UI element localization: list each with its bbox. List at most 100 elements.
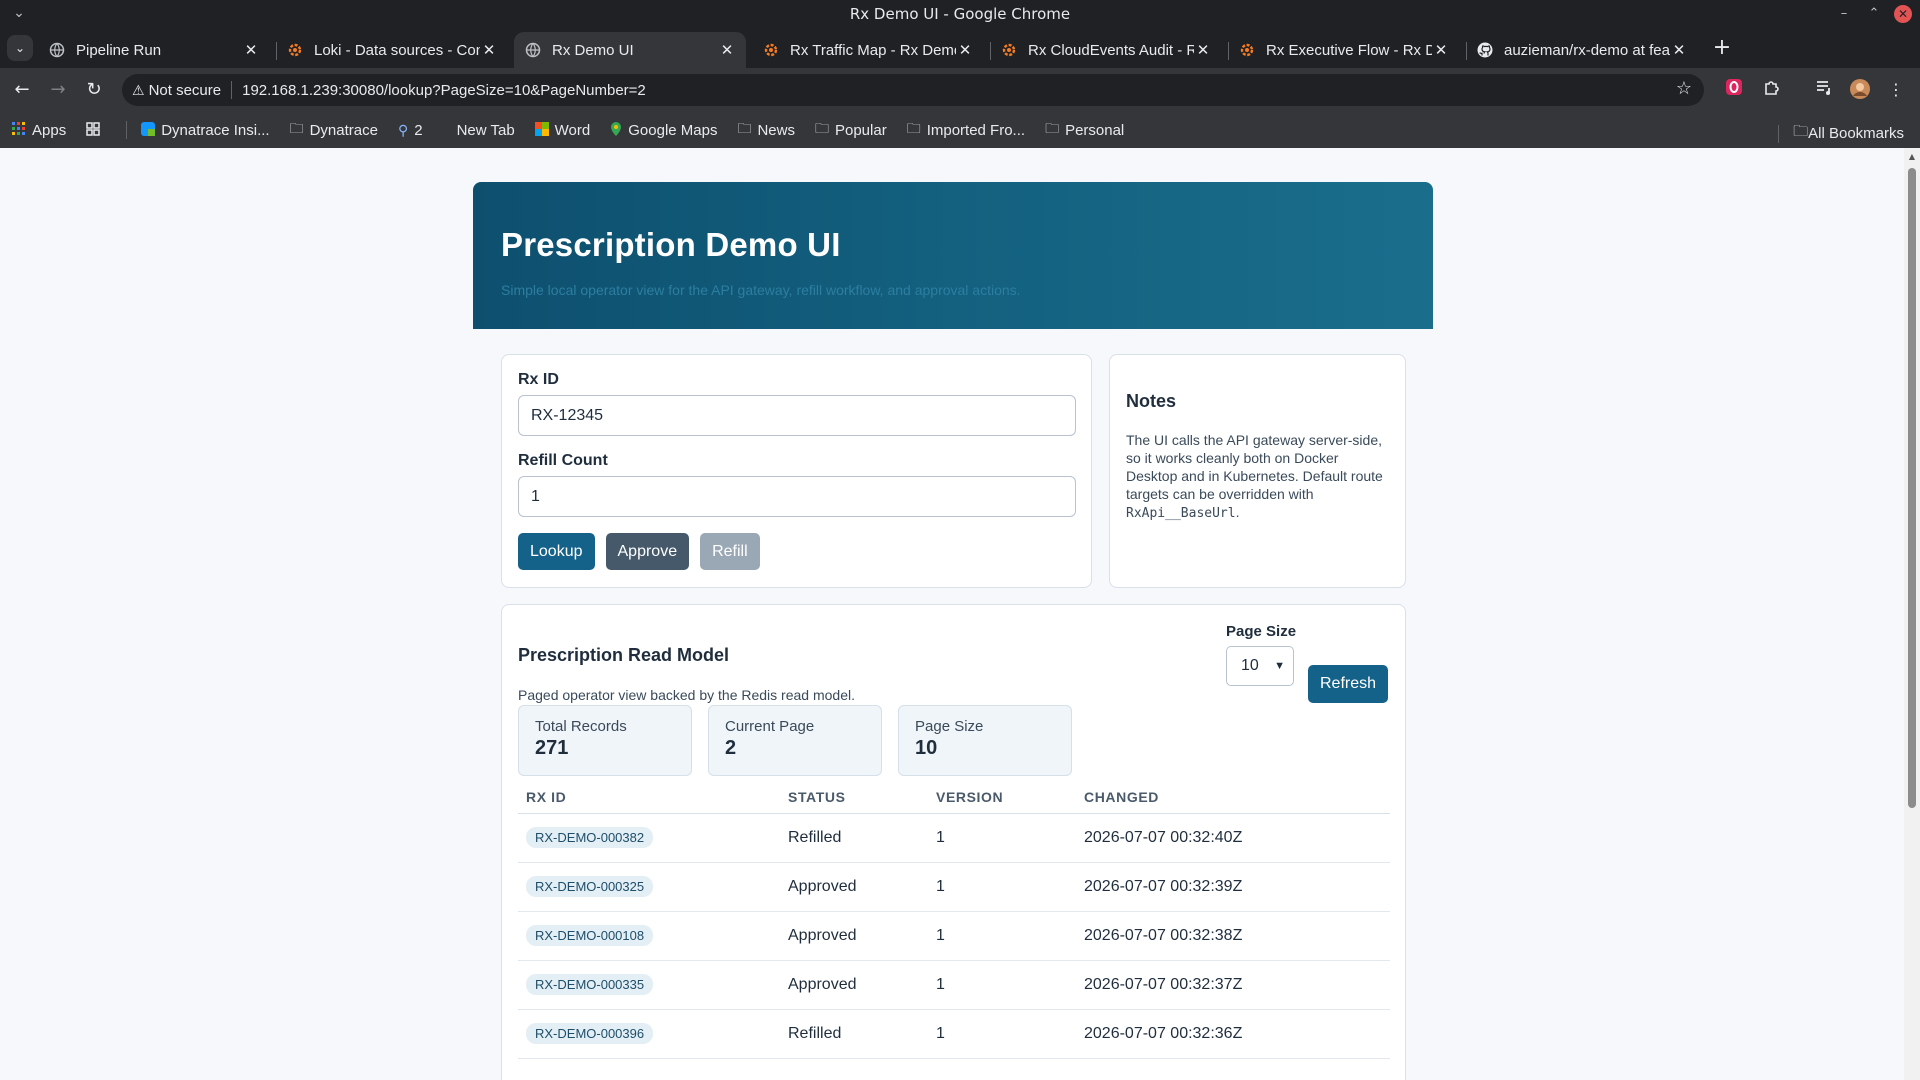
- grafana-icon: [762, 41, 780, 59]
- status-cell: Approved: [780, 911, 928, 961]
- bookmark-word[interactable]: Word: [534, 121, 590, 139]
- scroll-up-arrow-icon[interactable]: ▲: [1907, 152, 1917, 161]
- stats-row: Total Records 271 Current Page 2 Page Si…: [518, 705, 1088, 776]
- bookmark-star-icon[interactable]: ☆: [1676, 78, 1692, 99]
- changed-cell: 2026-07-07 00:32:36Z: [1076, 1009, 1390, 1059]
- tab-rx-demo-ui[interactable]: Rx Demo UI ✕: [514, 32, 746, 68]
- refill-count-input[interactable]: 1: [518, 476, 1076, 517]
- table-row[interactable]: RX-DEMO-000335 Approved 1 2026-07-07 00:…: [518, 960, 1390, 1010]
- rx-id-pill[interactable]: RX-DEMO-000325: [526, 876, 654, 897]
- forward-arrow-icon[interactable]: →: [44, 76, 72, 104]
- warning-triangle-icon: ⚠: [132, 81, 145, 98]
- tab-loki-data-sources[interactable]: Loki - Data sources - Con ✕: [276, 32, 508, 68]
- bookmark-folder-personal[interactable]: 🗀 Personal: [1045, 118, 1124, 142]
- changed-cell: 2026-07-07 00:32:37Z: [1076, 960, 1390, 1010]
- lookup-button[interactable]: Lookup: [518, 533, 595, 570]
- bookmark-folder-dynatrace[interactable]: 🗀 Dynatrace: [290, 118, 378, 142]
- tab-close-icon[interactable]: ✕: [1194, 41, 1212, 59]
- status-cell: Approved: [780, 960, 928, 1010]
- stat-total-records: Total Records 271: [518, 705, 692, 776]
- folder-icon: 🗀: [1793, 123, 1809, 140]
- action-buttons: Lookup Approve Refill: [518, 533, 1075, 570]
- tab-close-icon[interactable]: ✕: [1670, 41, 1688, 59]
- bookmarks-divider: [126, 121, 128, 139]
- tab-close-icon[interactable]: ✕: [718, 41, 736, 59]
- tab-pipeline-run[interactable]: Pipeline Run ✕: [38, 32, 270, 68]
- tab-rx-executive-flow[interactable]: Rx Executive Flow - Rx De ✕: [1228, 32, 1460, 68]
- browser-toolbar: ← → ↻ ⚠ Not secure 192.168.1.239:30080/l…: [0, 68, 1920, 112]
- address-bar[interactable]: ⚠ Not secure 192.168.1.239:30080/lookup?…: [122, 74, 1704, 106]
- tab-close-icon[interactable]: ✕: [242, 41, 260, 59]
- bookmark-dynatrace-insights[interactable]: Dynatrace Insi...: [141, 121, 270, 139]
- tab-search-chevron-icon[interactable]: ⌄: [7, 35, 33, 61]
- reload-icon[interactable]: ↻: [80, 76, 108, 104]
- rx-id-pill[interactable]: RX-DEMO-000396: [526, 1023, 654, 1044]
- grafana-icon: [286, 41, 304, 59]
- omnibox-divider: [231, 81, 233, 99]
- tab-github-rx-demo[interactable]: auzieman/rx-demo at fea ✕: [1466, 32, 1698, 68]
- stat-current-page: Current Page 2: [708, 705, 882, 776]
- extensions-puzzle-icon[interactable]: [1760, 78, 1784, 102]
- notes-body: The UI calls the API gateway server-side…: [1126, 432, 1383, 521]
- bookmark-apps[interactable]: Apps: [12, 121, 66, 139]
- status-cell: Approved: [780, 862, 928, 912]
- tab-close-icon[interactable]: ✕: [956, 41, 974, 59]
- bookmark-folder-news[interactable]: 🗀 News: [737, 118, 795, 142]
- refill-button[interactable]: Refill: [700, 533, 760, 570]
- column-header-changed: CHANGED: [1076, 781, 1390, 814]
- all-bookmarks[interactable]: 🗀 All Bookmarks: [1778, 121, 1904, 146]
- back-arrow-icon[interactable]: ←: [8, 76, 36, 104]
- restore-icon[interactable]: ⌃: [1864, 4, 1884, 24]
- table-row[interactable]: RX-DEMO-000382 Refilled 1 2026-07-07 00:…: [518, 813, 1390, 863]
- minimize-icon[interactable]: –: [1834, 4, 1854, 24]
- bookmark-tab-groups[interactable]: [86, 121, 106, 139]
- folder-icon: 🗀: [1045, 120, 1060, 136]
- extension-opera-icon[interactable]: [1722, 78, 1746, 102]
- window-titlebar: ⌄ Rx Demo UI - Google Chrome – ⌃ ✕: [0, 0, 1920, 28]
- folder-icon: 🗀: [289, 120, 304, 136]
- security-indicator[interactable]: ⚠ Not secure: [132, 82, 221, 99]
- grafana-icon: [1238, 41, 1256, 59]
- version-cell: 1: [928, 862, 1076, 912]
- tab-close-icon[interactable]: ✕: [480, 41, 498, 59]
- new-tab-plus-icon[interactable]: +: [1708, 34, 1736, 62]
- close-window-icon[interactable]: ✕: [1894, 5, 1912, 23]
- bookmark-folder-popular[interactable]: 🗀 Popular: [815, 118, 887, 142]
- changed-cell: 2026-07-07 00:32:40Z: [1076, 813, 1390, 863]
- tab-rx-cloudevents-audit[interactable]: Rx CloudEvents Audit - R ✕: [990, 32, 1222, 68]
- url-text[interactable]: 192.168.1.239:30080/lookup?PageSize=10&P…: [242, 82, 646, 99]
- tab-rx-traffic-map[interactable]: Rx Traffic Map - Rx Demo ✕: [752, 32, 984, 68]
- version-cell: 1: [928, 813, 1076, 863]
- table-row[interactable]: RX-DEMO-000325 Approved 1 2026-07-07 00:…: [518, 862, 1390, 912]
- table-row[interactable]: RX-DEMO-000396 Refilled 1 2026-07-07 00:…: [518, 1009, 1390, 1059]
- refresh-button[interactable]: Refresh: [1308, 665, 1389, 703]
- approve-button[interactable]: Approve: [605, 533, 690, 570]
- table-row[interactable]: RX-DEMO-000108 Approved 1 2026-07-07 00:…: [518, 911, 1390, 961]
- read-model-card: Prescription Read Model Paged operator v…: [501, 604, 1406, 1080]
- rx-id-pill[interactable]: RX-DEMO-000335: [526, 974, 654, 995]
- bookmarks-divider: [1778, 124, 1780, 143]
- folder-icon: 🗀: [906, 120, 921, 136]
- notes-title: Notes: [1126, 391, 1177, 411]
- bookmark-search-2[interactable]: ⚲ 2: [398, 122, 423, 139]
- profile-avatar-icon[interactable]: [1848, 78, 1872, 102]
- bookmark-google-maps[interactable]: Google Maps: [610, 121, 717, 139]
- globe-icon: [524, 41, 542, 59]
- rx-id-pill[interactable]: RX-DEMO-000108: [526, 925, 654, 946]
- notes-card: Notes The UI calls the API gateway serve…: [1109, 354, 1406, 588]
- scrollbar-thumb[interactable]: [1908, 168, 1916, 808]
- version-cell: 1: [928, 960, 1076, 1010]
- rx-id-pill[interactable]: RX-DEMO-000382: [526, 827, 654, 848]
- bookmark-new-tab[interactable]: New Tab: [457, 122, 515, 139]
- bookmark-folder-imported[interactable]: 🗀 Imported Fro...: [907, 118, 1025, 142]
- page-size-select[interactable]: 10 ▼: [1226, 646, 1294, 686]
- chrome-menu-kebab-icon[interactable]: ⋮: [1884, 78, 1908, 102]
- status-cell: Refilled: [780, 1009, 928, 1059]
- page-scrollbar[interactable]: ▲: [1904, 148, 1920, 1080]
- grafana-icon: [1000, 41, 1018, 59]
- folder-icon: 🗀: [814, 120, 829, 136]
- media-control-icon[interactable]: [1812, 78, 1836, 102]
- tab-close-icon[interactable]: ✕: [1432, 41, 1450, 59]
- rx-id-input[interactable]: RX-12345: [518, 395, 1076, 436]
- window-title: Rx Demo UI - Google Chrome: [849, 5, 1071, 23]
